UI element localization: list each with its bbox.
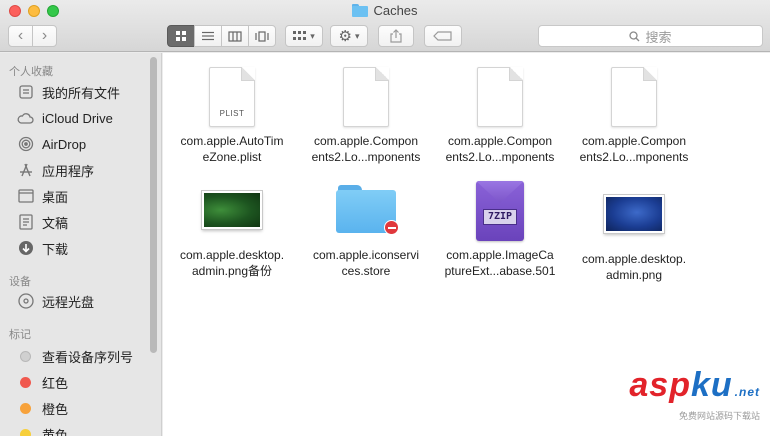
tag-icon bbox=[433, 31, 452, 41]
file-name: com.apple.ImageCa ptureExt...abase.501 bbox=[444, 248, 556, 278]
share-button[interactable] bbox=[378, 25, 414, 47]
sidebar-item-tag-yellow[interactable]: 黄色 bbox=[17, 423, 68, 436]
chevron-down-icon: ▾ bbox=[310, 30, 315, 41]
document-file-icon bbox=[477, 67, 523, 127]
search-field[interactable]: 搜索 bbox=[538, 25, 763, 47]
sidebar-item-label: 查看设备序列号 bbox=[42, 349, 134, 365]
airdrop-icon bbox=[17, 136, 34, 153]
sidebar-item-label: 应用程序 bbox=[42, 163, 95, 179]
columns-icon bbox=[228, 30, 242, 42]
file-item[interactable]: PLIST com.apple.AutoTim eZone.plist bbox=[165, 61, 299, 165]
sidebar-item-tag-red[interactable]: 红色 bbox=[17, 371, 68, 393]
folder-icon bbox=[336, 185, 399, 235]
downloads-icon bbox=[17, 240, 34, 257]
no-access-badge-icon bbox=[384, 220, 399, 235]
file-name: com.apple.iconservi ces.store bbox=[312, 248, 420, 278]
grid-icon bbox=[176, 31, 186, 41]
sidebar-item-label: 文稿 bbox=[42, 215, 69, 231]
image-thumbnail-icon bbox=[202, 191, 262, 229]
file-item[interactable]: com.apple.Compon ents2.Lo...mponents bbox=[433, 61, 567, 165]
file-name: com.apple.Compon ents2.Lo...mponents bbox=[311, 134, 421, 164]
file-name: com.apple.desktop. admin.png备份 bbox=[179, 248, 285, 278]
share-icon bbox=[390, 29, 402, 43]
list-view-button[interactable] bbox=[194, 25, 222, 47]
window-title-text: Caches bbox=[373, 3, 418, 18]
search-icon bbox=[629, 30, 640, 41]
cover-flow-icon bbox=[255, 30, 269, 42]
arrange-grid-icon bbox=[293, 31, 307, 40]
file-item[interactable]: com.apple.desktop. admin.png bbox=[567, 179, 701, 283]
back-button[interactable]: ‹ bbox=[8, 25, 33, 47]
sidebar-item-label: 橙色 bbox=[42, 401, 69, 417]
disc-icon bbox=[17, 293, 34, 310]
file-item[interactable]: com.apple.iconservi ces.store bbox=[299, 175, 433, 279]
file-name: com.apple.Compon ents2.Lo...mponents bbox=[579, 134, 689, 164]
chevron-down-icon: ▾ bbox=[354, 30, 360, 41]
file-item[interactable]: com.apple.Compon ents2.Lo...mponents bbox=[299, 61, 433, 165]
tag-dot-icon bbox=[20, 350, 31, 362]
file-name: com.apple.AutoTim eZone.plist bbox=[180, 134, 284, 164]
favorites-section-title: 个人收藏 bbox=[9, 66, 53, 78]
archive-7zip-icon: 7ZIP bbox=[476, 181, 524, 241]
action-button[interactable]: ⚙ ▾ bbox=[330, 25, 368, 47]
documents-icon bbox=[17, 214, 34, 231]
sidebar-item-label: iCloud Drive bbox=[42, 110, 113, 126]
tag-dot-icon bbox=[20, 402, 31, 414]
devices-section-title: 设备 bbox=[9, 276, 31, 288]
sidebar-item-remote-disc[interactable]: 远程光盘 bbox=[17, 290, 94, 312]
file-browser: PLIST com.apple.AutoTim eZone.plist com.a… bbox=[163, 53, 770, 436]
sidebar-item-all-files[interactable]: 我的所有文件 bbox=[17, 81, 120, 103]
sidebar-item-icloud-drive[interactable]: iCloud Drive bbox=[17, 107, 113, 129]
gear-icon: ⚙ bbox=[338, 27, 352, 45]
all-files-icon bbox=[17, 84, 34, 101]
plist-file-icon: PLIST bbox=[209, 67, 255, 127]
file-item[interactable]: com.apple.desktop. admin.png备份 bbox=[165, 175, 299, 279]
chevron-right-icon: › bbox=[41, 27, 48, 44]
document-file-icon bbox=[343, 67, 389, 127]
watermark: aspku .net 免费网站源码下载站 bbox=[629, 366, 760, 421]
tags-section-title: 标记 bbox=[9, 329, 31, 341]
sidebar: 个人收藏 我的所有文件 iCloud Drive AirDrop 应用程序 桌面 bbox=[0, 53, 162, 436]
image-thumbnail-icon bbox=[604, 195, 664, 233]
sidebar-item-tag-serial[interactable]: 查看设备序列号 bbox=[17, 345, 133, 367]
tag-dot-icon bbox=[20, 428, 31, 436]
window-toolbar: Caches ‹ › ▾ ⚙ ▾ 搜索 bbox=[0, 0, 770, 52]
sidebar-item-label: 黄色 bbox=[42, 427, 69, 436]
sidebar-item-label: 桌面 bbox=[42, 189, 69, 205]
cover-flow-view-button[interactable] bbox=[248, 25, 276, 47]
list-icon bbox=[202, 31, 214, 41]
tag-button[interactable] bbox=[424, 25, 462, 47]
view-mode-selector bbox=[167, 25, 276, 47]
sidebar-item-airdrop[interactable]: AirDrop bbox=[17, 133, 86, 155]
file-item[interactable]: com.apple.Compon ents2.Lo...mponents bbox=[567, 61, 701, 165]
sidebar-item-tag-orange[interactable]: 橙色 bbox=[17, 397, 68, 419]
applications-icon bbox=[17, 162, 34, 179]
icon-view-button[interactable] bbox=[167, 25, 195, 47]
sidebar-item-label: 下载 bbox=[42, 241, 69, 257]
search-placeholder: 搜索 bbox=[645, 29, 672, 45]
file-item[interactable]: 7ZIP com.apple.ImageCa ptureExt...abase.5… bbox=[433, 175, 567, 279]
sidebar-item-desktop[interactable]: 桌面 bbox=[17, 185, 68, 207]
chevron-left-icon: ‹ bbox=[17, 27, 24, 44]
tag-dot-icon bbox=[20, 376, 31, 388]
arrange-button[interactable]: ▾ bbox=[285, 25, 323, 47]
sidebar-item-label: 我的所有文件 bbox=[42, 85, 121, 101]
sidebar-item-downloads[interactable]: 下载 bbox=[17, 237, 68, 259]
sidebar-item-label: 远程光盘 bbox=[42, 294, 95, 310]
sidebar-item-applications[interactable]: 应用程序 bbox=[17, 159, 94, 181]
sidebar-item-label: 红色 bbox=[42, 375, 69, 391]
sidebar-item-label: AirDrop bbox=[42, 136, 87, 152]
file-name: com.apple.desktop. admin.png bbox=[581, 252, 687, 282]
forward-button[interactable]: › bbox=[32, 25, 57, 47]
sidebar-scrollbar[interactable] bbox=[150, 57, 157, 353]
window-title: Caches bbox=[0, 3, 770, 20]
folder-icon bbox=[352, 4, 369, 17]
sidebar-item-documents[interactable]: 文稿 bbox=[17, 211, 68, 233]
desktop-icon bbox=[17, 188, 34, 205]
document-file-icon bbox=[611, 67, 657, 127]
file-name: com.apple.Compon ents2.Lo...mponents bbox=[445, 134, 555, 164]
cloud-icon bbox=[17, 110, 34, 127]
column-view-button[interactable] bbox=[221, 25, 249, 47]
